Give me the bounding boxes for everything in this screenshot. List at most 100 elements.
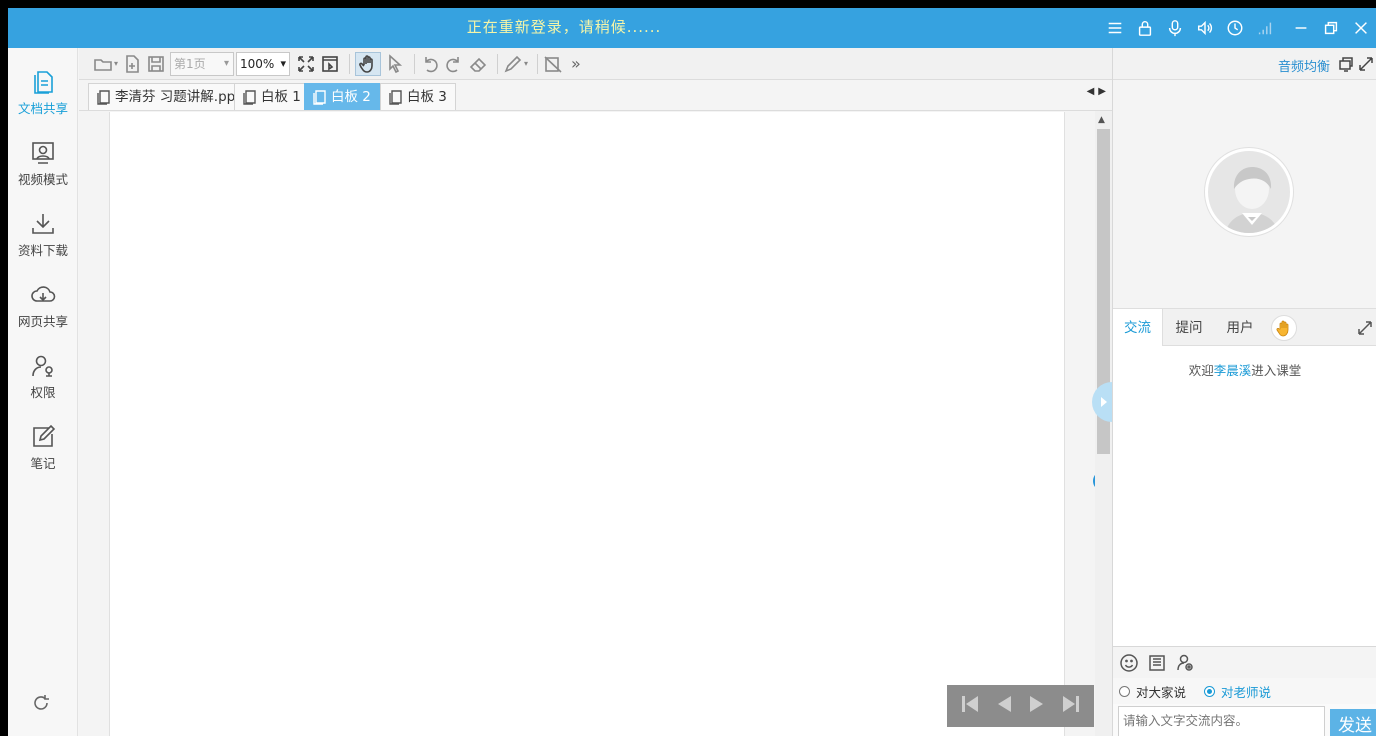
- toolbar-divider: [349, 53, 351, 74]
- radio-to-everyone[interactable]: 对大家说: [1119, 682, 1186, 701]
- welcome-message: 欢迎李晨溪进入课堂: [1188, 363, 1302, 378]
- select-tool-button[interactable]: [385, 52, 405, 76]
- radio-circle: [1119, 685, 1130, 697]
- whiteboard-area: ▲: [79, 111, 1113, 736]
- eraser-button[interactable]: [468, 52, 488, 76]
- cursor-icon: [389, 53, 403, 73]
- new-page-button[interactable]: [122, 52, 142, 76]
- save-icon: [148, 55, 164, 72]
- raise-hand-button[interactable]: [1271, 315, 1297, 341]
- right-panel-header: 音频均衡: [1113, 48, 1376, 80]
- document-tab-icon: [313, 90, 326, 105]
- radio-circle: [1204, 685, 1216, 697]
- hand-tool-button[interactable]: [355, 51, 382, 76]
- redo-icon: [446, 56, 459, 72]
- tab-whiteboard-1[interactable]: 白板 1: [234, 83, 310, 110]
- expand-video-icon[interactable]: [1358, 56, 1374, 72]
- default-avatar-icon: [1225, 167, 1279, 233]
- title-bar: 正在重新登录，请稍候......: [8, 8, 1376, 48]
- tab-users[interactable]: 用户: [1215, 309, 1265, 347]
- minimize-icon[interactable]: [1286, 8, 1316, 48]
- page-select[interactable]: 第1页: [170, 51, 235, 76]
- tab-ppt-document[interactable]: 李清芬 习题讲解.ppt: [88, 83, 250, 110]
- prev-page-icon: [997, 696, 1011, 712]
- eraser-icon: [469, 57, 487, 72]
- sidebar-item-video-mode[interactable]: 视频模式: [8, 133, 78, 197]
- download-icon: [32, 214, 54, 234]
- tab-chat[interactable]: 交流: [1113, 309, 1163, 348]
- refresh-icon[interactable]: [30, 692, 56, 718]
- radio-to-teacher[interactable]: 对老师说: [1204, 682, 1271, 701]
- more-tools-icon[interactable]: »: [571, 54, 581, 73]
- save-button[interactable]: [146, 52, 166, 76]
- video-mode-icon: [32, 142, 54, 164]
- sidebar-item-web-share[interactable]: 网页共享: [8, 275, 78, 339]
- redo-button[interactable]: [444, 52, 464, 76]
- pen-icon: [504, 55, 522, 72]
- prev-page-button[interactable]: [993, 693, 1015, 719]
- last-page-button[interactable]: [1060, 693, 1082, 719]
- document-tab-icon: [389, 90, 402, 105]
- folder-icon: [94, 58, 112, 71]
- last-page-icon: [1063, 696, 1080, 712]
- recipient-selector: 对大家说 对老师说: [1113, 678, 1376, 704]
- lock-icon[interactable]: [1130, 8, 1160, 48]
- toolbar-divider: [537, 53, 539, 74]
- first-page-button[interactable]: [959, 693, 981, 719]
- sidebar-item-download[interactable]: 资料下载: [8, 204, 78, 268]
- document-tab-icon: [97, 90, 110, 105]
- raise-hand-icon: [1276, 320, 1289, 337]
- tab-whiteboard-2[interactable]: 白板 2: [304, 83, 380, 110]
- vertical-scrollbar[interactable]: ▲: [1095, 111, 1112, 736]
- classroom-app: 正在重新登录，请稍候...... 文档共享 视频模式 资料下载 网页共享 权限 …: [8, 8, 1376, 736]
- document-tab-icon: [243, 90, 256, 105]
- fit-page-button[interactable]: [320, 52, 340, 76]
- fit-page-icon: [322, 55, 338, 72]
- clear-board-button[interactable]: [543, 52, 563, 76]
- fullscreen-icon: [298, 55, 314, 72]
- close-icon[interactable]: [1346, 8, 1376, 48]
- web-share-icon: [31, 286, 56, 302]
- popout-video-icon[interactable]: [1338, 56, 1354, 72]
- menu-icon[interactable]: [1100, 8, 1130, 48]
- note-icon: [33, 424, 56, 447]
- chat-messages: 欢迎李晨溪进入课堂: [1113, 346, 1376, 646]
- right-panel: 音频均衡 交流 提问 用户 欢迎李晨溪进入课堂 对大家说 对老师说 请输入文字交…: [1112, 48, 1376, 736]
- clock-icon[interactable]: [1220, 8, 1250, 48]
- private-chat-icon[interactable]: [1175, 653, 1195, 673]
- scroll-up-icon[interactable]: ▲: [1098, 115, 1105, 125]
- chat-toolbar: [1113, 646, 1376, 678]
- expand-chat-icon[interactable]: [1357, 320, 1373, 340]
- send-button[interactable]: 发送: [1330, 709, 1376, 736]
- tab-whiteboard-3[interactable]: 白板 3: [380, 83, 456, 110]
- restore-icon[interactable]: [1316, 8, 1346, 48]
- hand-icon: [359, 54, 373, 73]
- undo-button[interactable]: [420, 52, 440, 76]
- microphone-icon[interactable]: [1160, 8, 1190, 48]
- audio-equalizer-link[interactable]: 音频均衡: [1278, 56, 1330, 75]
- sidebar-item-note[interactable]: 笔记: [8, 417, 78, 481]
- next-page-button[interactable]: [1026, 693, 1048, 719]
- chat-message-input[interactable]: [1118, 706, 1325, 736]
- sidebar-item-permission[interactable]: 权限: [8, 346, 78, 410]
- tab-scroll-arrows[interactable]: ◀▶: [1087, 86, 1110, 97]
- toolbar-divider: [497, 53, 499, 74]
- pen-tool-button[interactable]: ▾: [503, 52, 528, 76]
- toolbar-divider: [414, 53, 416, 74]
- first-page-icon: [961, 696, 978, 712]
- speaker-icon[interactable]: [1190, 8, 1220, 48]
- fullscreen-button[interactable]: [296, 52, 316, 76]
- sidebar-item-document-share[interactable]: 文档共享: [8, 62, 78, 126]
- new-file-icon: [126, 54, 139, 73]
- open-folder-button[interactable]: ▾: [93, 52, 118, 76]
- page-navigation: [947, 685, 1094, 727]
- emoji-icon[interactable]: [1119, 653, 1139, 673]
- tab-questions[interactable]: 提问: [1164, 309, 1214, 347]
- chat-history-icon[interactable]: [1147, 653, 1167, 673]
- connection-status: 正在重新登录，请稍候......: [466, 18, 662, 36]
- video-area: [1113, 80, 1376, 308]
- whiteboard-canvas[interactable]: [109, 112, 1065, 736]
- permission-icon: [32, 355, 53, 377]
- zoom-select[interactable]: 100%: [236, 51, 291, 76]
- document-tabs: 李清芬 习题讲解.ppt 白板 1 白板 2 白板 3 ◀▶: [79, 80, 1112, 111]
